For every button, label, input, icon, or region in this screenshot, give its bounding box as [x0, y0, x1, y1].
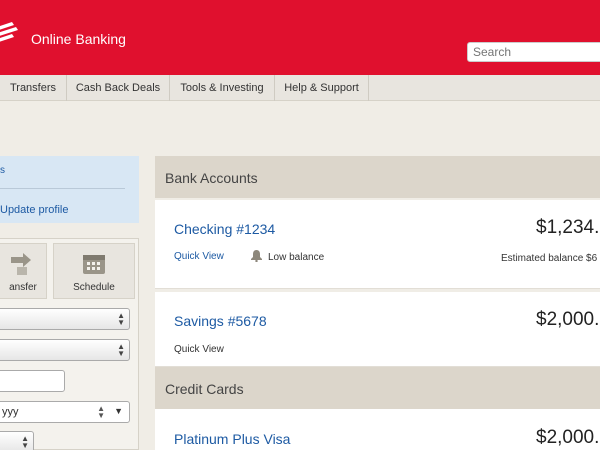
header-bar: Online Banking — [0, 0, 600, 75]
quick-transfer-panel: ansfer Schedule ▲ ▼ ▲ ▼ yyy ▲ ▼ ▼ ▲ ▼ — [0, 238, 139, 450]
credit-card-card: Platinum Plus Visa $2,000.0 — [155, 409, 600, 450]
transfer-button[interactable]: ansfer — [0, 243, 47, 299]
select-spinner-icon: ▲ ▼ — [21, 434, 29, 450]
bank-accounts-header: Bank Accounts — [155, 156, 600, 198]
profile-panel: s Update profile — [0, 156, 139, 223]
platinum-plus-visa-link[interactable]: Platinum Plus Visa — [174, 431, 290, 447]
date-input[interactable]: yyy ▲ ▼ ▼ — [0, 401, 130, 423]
accounts-overview: Bank Accounts Checking #1234 $1,234.0 Qu… — [155, 156, 600, 450]
transfer-label: ansfer — [9, 282, 37, 293]
transfer-arrows-icon — [11, 253, 31, 275]
date-placeholder: yyy — [2, 406, 19, 418]
savings-account-card: Savings #5678 $2,000.0 Quick View — [155, 292, 600, 367]
checking-account-link[interactable]: Checking #1234 — [174, 221, 275, 237]
schedule-button[interactable]: Schedule — [53, 243, 135, 299]
search-input[interactable] — [467, 42, 600, 62]
nav-item-transfers[interactable]: Transfers — [0, 75, 67, 101]
select-spinner-icon: ▲ ▼ — [117, 342, 125, 358]
update-profile-link[interactable]: Update profile — [0, 204, 69, 216]
savings-account-link[interactable]: Savings #5678 — [174, 313, 267, 329]
savings-balance: $2,000.0 — [536, 309, 600, 330]
bank-logo-icon[interactable] — [0, 22, 18, 44]
credit-cards-header: Credit Cards — [155, 367, 600, 409]
frequency-select[interactable]: ▲ ▼ — [0, 431, 34, 450]
select-spinner-icon: ▲ ▼ — [117, 311, 125, 327]
low-balance-alert[interactable]: Low balance — [251, 250, 324, 263]
dropdown-arrow-icon[interactable]: ▼ — [114, 406, 123, 416]
calendar-icon — [83, 255, 105, 274]
savings-quick-view-link[interactable]: Quick View — [174, 344, 224, 355]
nav-item-tools-investing[interactable]: Tools & Investing — [170, 75, 275, 101]
checking-estimated-balance: Estimated balance $6 — [501, 253, 598, 264]
checking-account-card: Checking #1234 $1,234.0 Quick View Low b… — [155, 200, 600, 289]
amount-input[interactable] — [0, 370, 65, 392]
from-account-select[interactable]: ▲ ▼ — [0, 308, 130, 330]
bell-icon — [251, 250, 262, 262]
checking-balance: $1,234.0 — [536, 217, 600, 238]
checking-quick-view-link[interactable]: Quick View — [174, 251, 224, 262]
nav-item-help-support[interactable]: Help & Support — [275, 75, 369, 101]
profile-link-top[interactable]: s — [0, 165, 5, 176]
main-nav: Transfers Cash Back Deals Tools & Invest… — [0, 75, 600, 101]
credit-balance: $2,000.0 — [536, 427, 600, 448]
schedule-label: Schedule — [73, 282, 115, 293]
low-balance-text: Low balance — [268, 252, 325, 263]
to-account-select[interactable]: ▲ ▼ — [0, 339, 130, 361]
profile-divider — [0, 188, 125, 189]
date-stepper-icon[interactable]: ▲ ▼ — [97, 405, 105, 420]
nav-item-cash-back-deals[interactable]: Cash Back Deals — [67, 75, 170, 101]
app-title: Online Banking — [31, 31, 126, 47]
